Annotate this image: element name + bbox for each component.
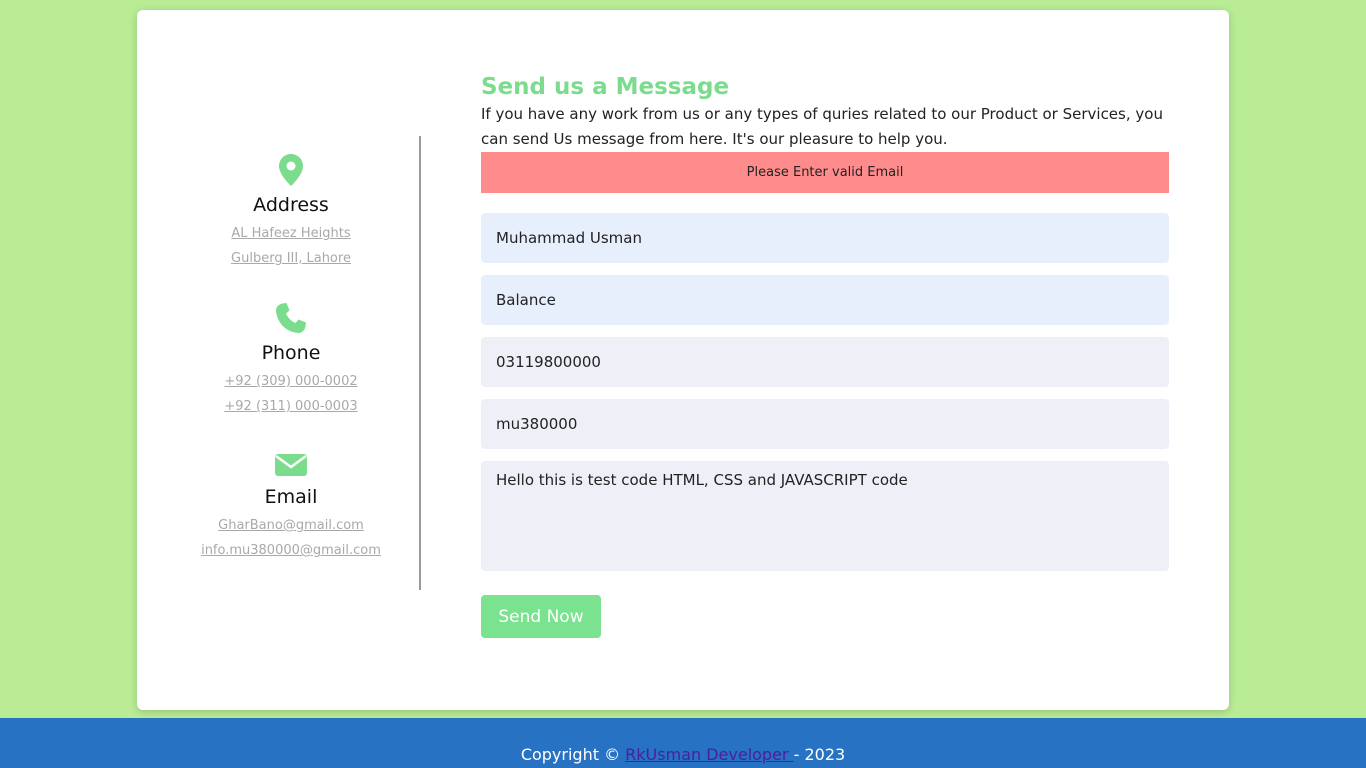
address-title: Address xyxy=(253,194,329,216)
footer: Copyright © RkUsman Developer - 2023 xyxy=(0,718,1366,768)
subject-input[interactable] xyxy=(481,275,1169,325)
column-divider xyxy=(419,136,421,590)
email-title: Email xyxy=(264,486,318,508)
contact-info-column: Address AL Hafeez Heights Gulberg III, L… xyxy=(137,10,445,710)
map-pin-icon xyxy=(279,154,303,186)
message-form: Send us a Message If you have any work f… xyxy=(481,72,1169,638)
form-description: If you have any work from us or any type… xyxy=(481,105,1163,148)
email-block: Email GharBano@gmail.com info.mu380000@g… xyxy=(137,452,445,563)
phone-icon xyxy=(276,303,306,333)
address-line-2[interactable]: Gulberg III, Lahore xyxy=(137,246,445,271)
footer-author-link[interactable]: RkUsman Developer xyxy=(625,745,793,764)
envelope-icon xyxy=(275,454,307,476)
email-line-2[interactable]: info.mu380000@gmail.com xyxy=(137,538,445,563)
phone-line-2[interactable]: +92 (311) 000-0003 xyxy=(137,394,445,419)
address-line-1[interactable]: AL Hafeez Heights xyxy=(137,221,445,246)
contact-card: Address AL Hafeez Heights Gulberg III, L… xyxy=(137,10,1229,710)
phone-input[interactable] xyxy=(481,337,1169,387)
footer-suffix: - 2023 xyxy=(793,745,846,764)
address-block: Address AL Hafeez Heights Gulberg III, L… xyxy=(137,154,445,271)
email-input[interactable] xyxy=(481,399,1169,449)
error-alert-text: Please Enter valid Email xyxy=(746,165,904,180)
phone-title: Phone xyxy=(261,342,321,364)
name-input[interactable] xyxy=(481,213,1169,263)
phone-line-1[interactable]: +92 (309) 000-0002 xyxy=(137,369,445,394)
phone-block: Phone +92 (309) 000-0002 +92 (311) 000-0… xyxy=(137,302,445,419)
form-heading: Send us a Message xyxy=(481,74,730,100)
message-textarea[interactable]: Hello this is test code HTML, CSS and JA… xyxy=(481,461,1169,571)
send-button[interactable]: Send Now xyxy=(481,595,601,638)
email-line-1[interactable]: GharBano@gmail.com xyxy=(137,513,445,538)
footer-prefix: Copyright © xyxy=(520,745,626,764)
error-alert: Please Enter valid Email xyxy=(481,152,1169,193)
